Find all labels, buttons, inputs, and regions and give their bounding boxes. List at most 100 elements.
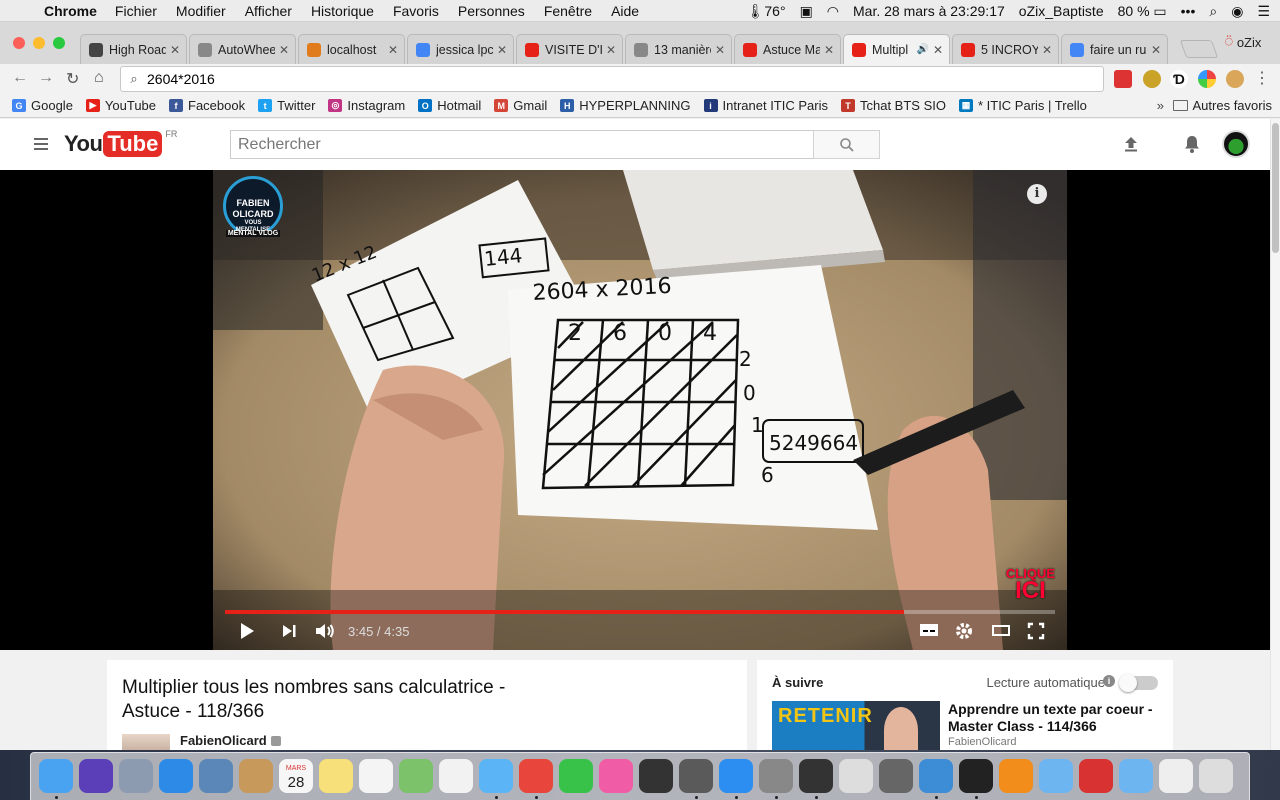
file-icon[interactable] (1159, 759, 1193, 793)
color-extension-icon[interactable] (1198, 70, 1216, 88)
reload-icon[interactable]: ↻ (66, 69, 79, 89)
address-bar[interactable]: ⌕ 2604*2016 (120, 66, 1104, 92)
bookmark-0[interactable]: G Google (12, 98, 73, 113)
forward-icon[interactable]: → (38, 69, 54, 87)
bookmark-5[interactable]: O Hotmail (418, 98, 481, 113)
safari-icon[interactable] (159, 759, 193, 793)
guide-menu-icon[interactable] (34, 138, 48, 150)
bookmarks-overflow-button[interactable]: » (1157, 98, 1164, 113)
close-tab-icon[interactable]: ✕ (388, 43, 398, 57)
wunderlist-icon[interactable] (919, 759, 953, 793)
autoplay-toggle[interactable] (1119, 674, 1158, 692)
launchpad-icon[interactable] (119, 759, 153, 793)
sequel-icon[interactable] (879, 759, 913, 793)
datetime[interactable]: Mar. 28 mars à 23:29:17 (853, 3, 1005, 19)
menu-historique[interactable]: Historique (311, 3, 374, 19)
next-icon[interactable] (281, 622, 297, 645)
app-store-icon[interactable] (719, 759, 753, 793)
tab-4[interactable]: VISITE D'I ✕ (516, 34, 623, 64)
sublime-icon[interactable] (679, 759, 713, 793)
subtitles-icon[interactable] (919, 622, 939, 643)
terminal-icon[interactable] (959, 759, 993, 793)
bookmark-6[interactable]: M Gmail (494, 98, 547, 113)
settings-gear-icon[interactable] (955, 622, 973, 645)
photo-booth-icon[interactable] (799, 759, 833, 793)
close-tab-icon[interactable]: ✕ (1151, 43, 1161, 57)
volume-icon[interactable] (315, 622, 335, 645)
play-icon[interactable] (239, 622, 255, 645)
new-tab-button[interactable] (1179, 40, 1219, 58)
battery-status[interactable]: 80 % ▭ (1118, 3, 1167, 20)
close-tab-icon[interactable]: ✕ (933, 43, 943, 57)
menu-fichier[interactable]: Fichier (115, 3, 157, 19)
reminders-icon[interactable] (359, 759, 393, 793)
close-tab-icon[interactable]: ✕ (279, 43, 289, 57)
channel-watermark[interactable]: FABIEN OLICARD VOUS MENTALISE MENTAL VLO… (223, 176, 283, 248)
tab-6[interactable]: Astuce Ma ✕ (734, 34, 841, 64)
page-scrollbar[interactable] (1270, 119, 1280, 750)
documents-folder-icon[interactable] (1119, 759, 1153, 793)
close-tab-icon[interactable]: ✕ (1042, 43, 1052, 57)
maps-icon[interactable] (399, 759, 433, 793)
menu-personnes[interactable]: Personnes (458, 3, 525, 19)
end-screen-link[interactable]: CLIQUE ICI (1006, 567, 1055, 603)
bookmark-3[interactable]: t Twitter (258, 98, 315, 113)
creative-cloud-icon[interactable] (1079, 759, 1113, 793)
address-text[interactable]: 2604*2016 (147, 71, 215, 87)
chrome-icon[interactable] (519, 759, 553, 793)
next-video-title[interactable]: Apprendre un texte par coeur - Master Cl… (948, 701, 1158, 735)
speaker-icon[interactable]: 🔊 (916, 44, 928, 55)
owner-link[interactable]: FabienOlicard (180, 733, 281, 748)
system-preferences-icon[interactable] (759, 759, 793, 793)
bookmark-7[interactable]: H HYPERPLANNING (560, 98, 691, 113)
tab-9[interactable]: faire un ru ✕ (1061, 34, 1168, 64)
siri-icon[interactable] (79, 759, 113, 793)
close-tab-icon[interactable]: ✕ (497, 43, 507, 57)
menu-aide[interactable]: Aide (611, 3, 639, 19)
close-tab-icon[interactable]: ✕ (715, 43, 725, 57)
minimize-window-button[interactable] (33, 37, 45, 49)
profile-button[interactable]: ⍥ oZix (1225, 34, 1261, 50)
contacts-icon[interactable] (239, 759, 273, 793)
more-icon[interactable]: ••• (1181, 3, 1196, 19)
bookmark-1[interactable]: ▶ YouTube (85, 98, 156, 113)
wifi-icon[interactable]: ◠ (827, 3, 839, 20)
close-tab-icon[interactable]: ✕ (606, 43, 616, 57)
user-name[interactable]: oZix_Baptiste (1019, 3, 1104, 19)
calendar-icon[interactable]: MARS 28 (279, 759, 313, 793)
notes-icon[interactable] (319, 759, 353, 793)
photos-icon[interactable] (439, 759, 473, 793)
youtube-logo[interactable]: You Tube FR (64, 129, 177, 157)
trash-icon[interactable] (1199, 759, 1233, 793)
messages-icon[interactable] (479, 759, 513, 793)
menu-modifier[interactable]: Modifier (176, 3, 226, 19)
siri-icon[interactable]: ◉ (1231, 3, 1243, 20)
bookmark-9[interactable]: T Tchat BTS SIO (840, 98, 946, 113)
close-tab-icon[interactable]: ✕ (824, 43, 834, 57)
chrome-menu-icon[interactable]: ⋮ (1254, 68, 1270, 88)
calendar-status-icon[interactable]: ▣ (800, 3, 813, 20)
notifications-bell-icon[interactable] (1183, 134, 1201, 159)
menu-afficher[interactable]: Afficher (245, 3, 292, 19)
progress-bar[interactable] (225, 610, 1055, 614)
account-avatar[interactable] (1222, 130, 1250, 158)
sketch-icon[interactable] (639, 759, 673, 793)
next-video-thumbnail[interactable]: RETENIR (772, 701, 940, 750)
itunes-icon[interactable] (599, 759, 633, 793)
zoom-window-button[interactable] (53, 37, 65, 49)
dashlane-extension-icon[interactable]: Ɗ (1170, 70, 1188, 88)
calendar-extension-icon[interactable] (1114, 70, 1132, 88)
upload-icon[interactable] (1122, 135, 1140, 158)
search-input[interactable]: Rechercher (230, 130, 814, 159)
scrollbar-thumb[interactable] (1272, 123, 1279, 253)
other-bookmarks-folder[interactable]: Autres favoris (1172, 98, 1272, 113)
tab-7[interactable]: Multipl 🔊 ✕ (843, 34, 950, 64)
folder-icon[interactable] (1039, 759, 1073, 793)
theater-mode-icon[interactable] (991, 622, 1011, 643)
video-player[interactable]: 12 x 12 144 2604 x 2016 2 6 0 4 2 0 1 6 … (213, 170, 1067, 650)
bookmark-8[interactable]: i Intranet ITIC Paris (703, 98, 828, 113)
tab-3[interactable]: jessica lpc ✕ (407, 34, 514, 64)
autoplay-info-icon[interactable]: i (1103, 675, 1115, 687)
tab-8[interactable]: 5 INCROY ✕ (952, 34, 1059, 64)
menu-fenetre[interactable]: Fenêtre (544, 3, 592, 19)
